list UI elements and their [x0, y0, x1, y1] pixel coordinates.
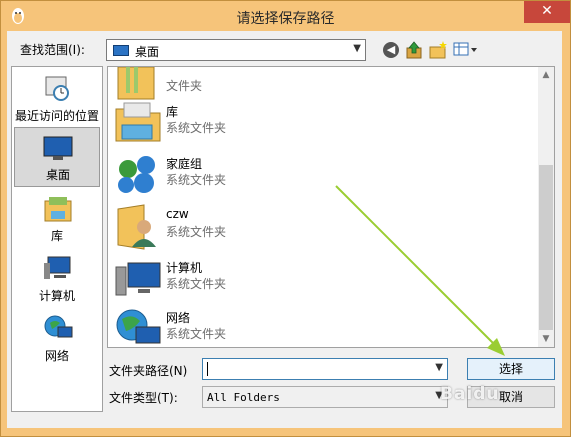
list-item[interactable]: 网络 系统文件夹	[114, 301, 534, 347]
view-menu-icon[interactable]	[453, 40, 479, 60]
place-label: 桌面	[45, 168, 70, 182]
file-type-dropdown[interactable]: All Folders ▼	[202, 386, 448, 408]
item-name: 家庭组	[166, 157, 203, 171]
file-type-label: 文件类型(T):	[109, 391, 178, 405]
chevron-down-icon[interactable]: ▼	[435, 362, 443, 373]
place-computer[interactable]: 计算机	[14, 249, 100, 309]
homegroup-icon	[118, 156, 155, 193]
file-type-value: All Folders	[207, 391, 280, 404]
folder-path-label: 文件夹路径(N)	[109, 364, 188, 378]
recent-places-icon	[45, 76, 69, 101]
item-name: czw	[166, 207, 189, 221]
libraries-icon	[115, 102, 161, 142]
lookin-label: 查找范围(I):	[20, 43, 85, 57]
dialog-title: 请选择保存路径	[236, 11, 335, 27]
lookin-value: 桌面	[135, 45, 160, 59]
place-libraries[interactable]: 库	[14, 189, 100, 249]
text-caret	[207, 362, 208, 376]
select-button[interactable]: 选择	[467, 358, 555, 380]
folder-path-input[interactable]: ▼	[202, 358, 448, 380]
item-type: 文件夹	[166, 79, 203, 93]
scroll-down-icon[interactable]: ▼	[538, 331, 554, 347]
item-type: 系统文件夹	[166, 121, 227, 135]
place-label: 计算机	[38, 289, 75, 303]
item-type: 系统文件夹	[166, 225, 227, 239]
vertical-scrollbar[interactable]: ▲ ▼	[538, 67, 554, 347]
place-label: 最近访问的位置	[14, 109, 99, 123]
network-icon	[44, 315, 73, 338]
item-name: 计算机	[166, 261, 203, 275]
places-bar: 最近访问的位置 桌面 库 计算机 网络	[11, 66, 103, 412]
network-icon	[116, 309, 161, 344]
file-list[interactable]: 文件夹 库 系统文件夹 家庭组 系统文件夹 czw 系统文件夹 计算机 系统文件…	[107, 66, 555, 348]
desktop-icon	[113, 45, 129, 56]
scroll-thumb[interactable]	[539, 165, 553, 330]
place-recent[interactable]: 最近访问的位置	[14, 69, 100, 129]
computer-icon	[44, 256, 71, 279]
desktop-icon	[43, 136, 73, 160]
item-name: 库	[166, 105, 179, 119]
title-bar[interactable]: 请选择保存路径 ✕	[1, 1, 570, 31]
list-item[interactable]: 库 系统文件夹	[114, 95, 534, 147]
item-name: 网络	[166, 311, 191, 325]
back-icon[interactable]: ◀	[383, 42, 399, 58]
place-label: 库	[50, 229, 63, 243]
libraries-icon	[44, 197, 72, 222]
item-type: 系统文件夹	[166, 173, 227, 187]
user-folder-icon	[117, 204, 156, 250]
watermark-logo: Baidu	[440, 384, 500, 404]
close-button[interactable]: ✕	[524, 1, 570, 23]
place-desktop[interactable]: 桌面	[14, 127, 100, 187]
new-folder-icon[interactable]	[429, 40, 447, 60]
up-folder-icon[interactable]	[405, 40, 423, 60]
list-item[interactable]: 家庭组 系统文件夹	[114, 147, 534, 199]
chevron-down-icon: ▼	[353, 43, 361, 54]
item-type: 系统文件夹	[166, 327, 227, 341]
place-network[interactable]: 网络	[14, 309, 100, 369]
list-item[interactable]: czw 系统文件夹	[114, 199, 534, 251]
computer-icon	[115, 262, 161, 296]
lookin-dropdown[interactable]: 桌面 ▼	[106, 39, 366, 61]
list-item[interactable]: 计算机 系统文件夹	[114, 251, 534, 303]
scroll-up-icon[interactable]: ▲	[538, 67, 554, 83]
place-label: 网络	[44, 349, 69, 363]
item-type: 系统文件夹	[166, 277, 227, 291]
